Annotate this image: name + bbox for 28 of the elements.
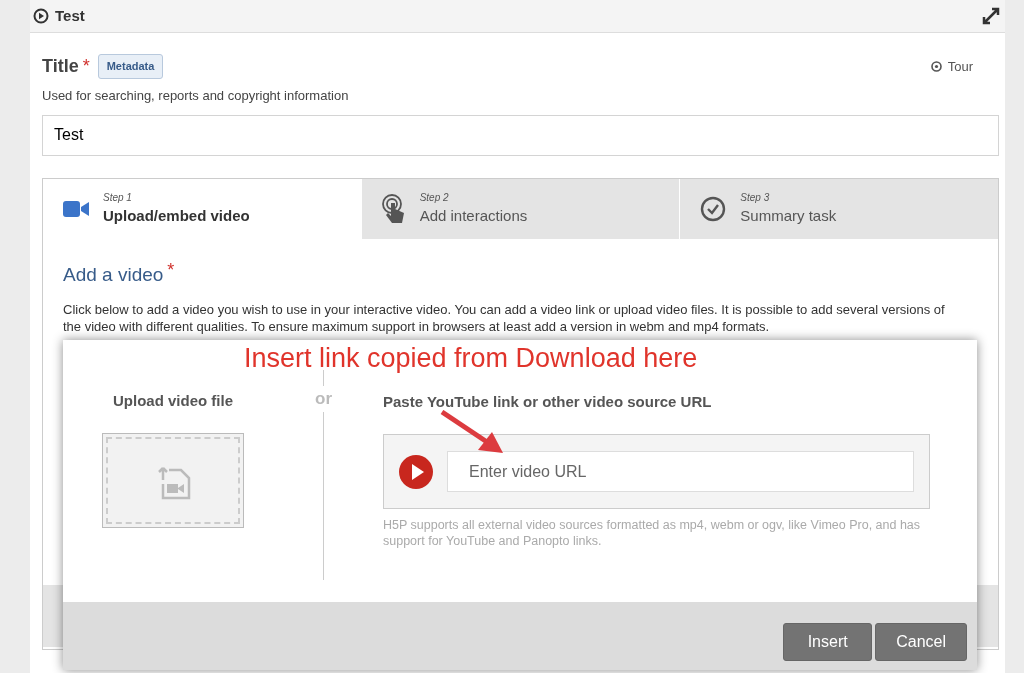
pointer-icon (381, 193, 406, 224)
compass-icon (930, 61, 942, 72)
annotation-arrow (440, 410, 505, 455)
url-heading: Paste YouTube link or other video source URL (383, 393, 712, 410)
cancel-button[interactable]: Cancel (875, 623, 967, 661)
title-label: Title (42, 55, 79, 78)
annotation-text: Insert link copied from Download here (244, 342, 698, 375)
play-circle-icon (33, 8, 49, 24)
tour-button[interactable]: Tour (930, 56, 973, 77)
or-label: or (313, 386, 334, 412)
help-text: H5P supports all external video sources formatted as mp4, webm or ogv, like Vimeo Pro, and has support for YouTube and Panopto links. (383, 517, 922, 549)
metadata-button[interactable]: Metadata (97, 54, 164, 79)
required-mark: * (82, 55, 90, 78)
play-button-icon (399, 454, 433, 489)
step-tab[interactable]: Step 2 Add interactions (360, 178, 680, 239)
title-input[interactable]: Test (42, 114, 999, 156)
check-circle-icon (700, 195, 727, 222)
insert-button[interactable]: Insert (783, 623, 873, 661)
header-title: Test (55, 5, 85, 26)
section-description: Click below to add a video you wish to use in your interactive video. You can add a video link or upload video files. It is possible to add several versions of the video with different qualities. To ensure maximum support in browsers at least add a version in webm and mp4 formats. (63, 301, 946, 335)
upload-heading: Upload video file (113, 391, 233, 411)
title-description: Used for searching, reports and copyright information (42, 87, 350, 105)
expand-icon[interactable] (981, 6, 1001, 26)
section-heading: Add a video (63, 262, 164, 287)
step-tab[interactable]: Step 3 Summary task (679, 178, 998, 239)
required-mark: * (167, 258, 175, 282)
video-camera-icon (63, 199, 89, 218)
video-url-input[interactable]: Enter video URL (447, 451, 914, 492)
